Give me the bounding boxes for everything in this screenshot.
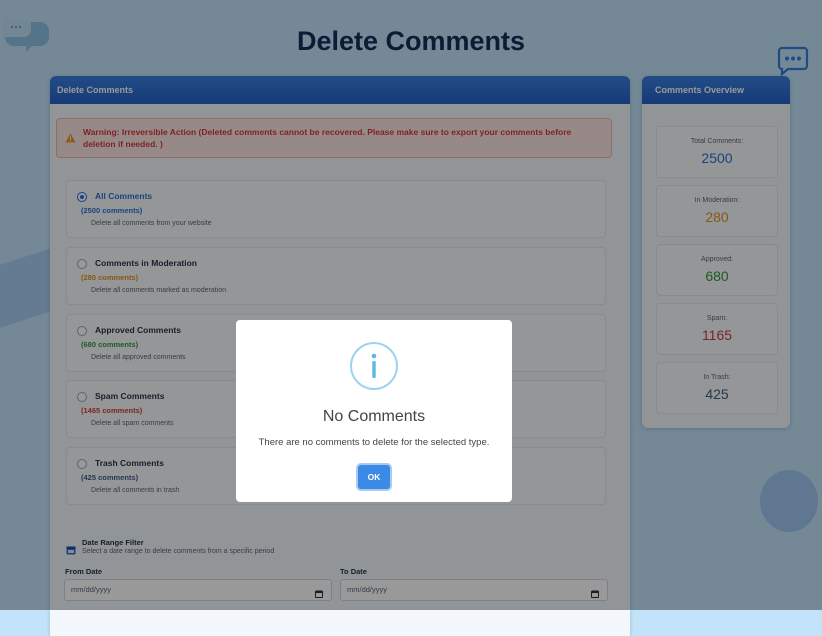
dialog-title: No Comments: [322, 408, 426, 425]
modal-backdrop[interactable]: [0, 0, 822, 610]
dialog-message: There are no comments to delete for the …: [258, 437, 490, 448]
ok-button[interactable]: OK: [358, 465, 390, 489]
info-icon: [349, 341, 399, 396]
no-comments-dialog: No Comments There are no comments to del…: [236, 320, 512, 502]
